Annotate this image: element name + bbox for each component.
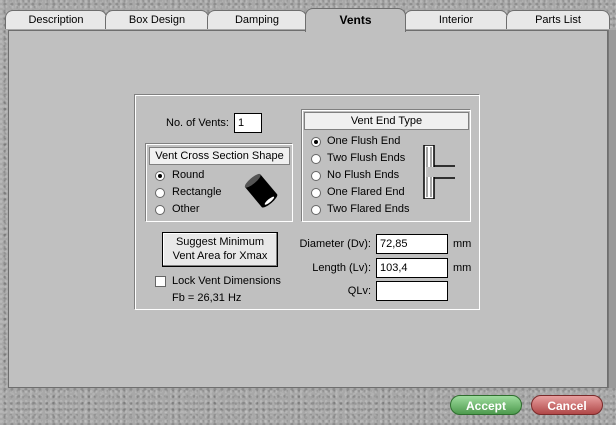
length-input[interactable]: 103,4	[376, 258, 448, 278]
radio-one-flush-end-label: One Flush End	[327, 135, 401, 147]
diameter-label: Diameter (Dv):	[299, 238, 371, 250]
lock-dimensions-checkbox[interactable]	[155, 276, 166, 287]
radio-other-label: Other	[172, 203, 200, 215]
vents-panel: No. of Vents: 1 Vent Cross Section Shape…	[135, 95, 480, 310]
num-vents-label: No. of Vents:	[166, 117, 229, 129]
cross-section-title: Vent Cross Section Shape	[149, 147, 290, 165]
num-vents-input[interactable]: 1	[234, 113, 262, 133]
radio-one-flared-end[interactable]	[311, 188, 321, 198]
radio-two-flared-ends[interactable]	[311, 205, 321, 215]
diameter-unit: mm	[453, 238, 472, 250]
tab-interior[interactable]: Interior	[404, 10, 508, 29]
suggest-button-line2: Vent Area for Xmax	[172, 250, 268, 262]
radio-round-label: Round	[172, 169, 205, 181]
tab-damping[interactable]: Damping	[207, 10, 307, 29]
cancel-button[interactable]: Cancel	[531, 395, 603, 415]
length-unit: mm	[453, 262, 472, 274]
round-vent-icon	[244, 173, 278, 208]
radio-rectangle-label: Rectangle	[172, 186, 222, 198]
suggest-button-line1: Suggest Minimum	[175, 236, 265, 248]
flush-end-vent-icon	[423, 145, 455, 199]
accept-button[interactable]: Accept	[450, 395, 522, 415]
scrollbar[interactable]	[608, 30, 616, 388]
tab-vents[interactable]: Vents	[305, 8, 406, 32]
radio-two-flared-ends-label: Two Flared Ends	[327, 203, 410, 215]
radio-no-flush-ends[interactable]	[311, 171, 321, 181]
qlv-input[interactable]	[376, 281, 448, 301]
radio-two-flush-ends[interactable]	[311, 154, 321, 164]
radio-other[interactable]	[155, 205, 165, 215]
radio-one-flared-end-label: One Flared End	[327, 186, 405, 198]
radio-rectangle[interactable]	[155, 188, 165, 198]
radio-one-flush-end[interactable]	[311, 137, 321, 147]
tab-description[interactable]: Description	[5, 10, 107, 29]
diameter-input[interactable]: 72,85	[376, 234, 448, 254]
end-type-group: Vent End Type One Flush End Two Flush En…	[302, 110, 471, 222]
qlv-label: QLv:	[347, 285, 371, 297]
radio-two-flush-ends-label: Two Flush Ends	[327, 152, 406, 164]
radio-no-flush-ends-label: No Flush Ends	[327, 169, 400, 181]
tab-box-design[interactable]: Box Design	[105, 10, 209, 29]
radio-round[interactable]	[155, 171, 165, 181]
lock-dimensions-label: Lock Vent Dimensions	[172, 275, 281, 287]
end-type-title: Vent End Type	[304, 112, 469, 130]
suggest-min-vent-area-button[interactable]: Suggest Minimum Vent Area for Xmax	[162, 232, 278, 267]
cross-section-group: Vent Cross Section Shape Round Rectangle…	[146, 144, 293, 222]
tab-bar: Description Box Design Damping Vents Int…	[0, 0, 616, 32]
length-label: Length (Lv):	[312, 262, 371, 274]
fb-readout: Fb = 26,31 Hz	[172, 292, 242, 304]
tab-parts-list[interactable]: Parts List	[506, 10, 610, 29]
